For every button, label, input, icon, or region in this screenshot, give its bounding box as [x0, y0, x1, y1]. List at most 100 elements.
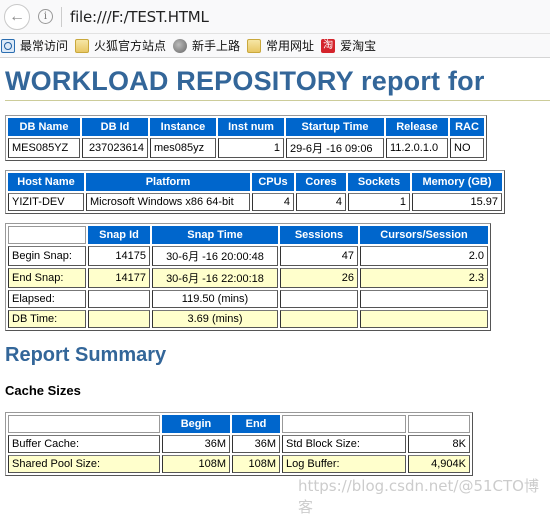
bookmark-label: 爱淘宝	[340, 39, 377, 53]
table-row: Shared Pool Size: 108M 108M Log Buffer: …	[8, 455, 470, 473]
col-platform: Platform	[86, 173, 250, 191]
cell-cursors-session: 2.3	[360, 268, 488, 288]
bookmark-most-visited[interactable]: 最常访问	[1, 37, 68, 54]
cell-db-id: 237023614	[82, 138, 148, 158]
cell-value-2: 8K	[408, 435, 470, 453]
col-release: Release	[386, 118, 448, 136]
globe-icon	[173, 38, 188, 53]
col-instance: Instance	[150, 118, 216, 136]
browser-toolbar: ← i file:///F:/TEST.HTML	[0, 0, 550, 34]
table-row: DB Time: 3.69 (mins)	[8, 310, 488, 328]
bookmark-label: 新手上路	[192, 39, 241, 53]
cell-cursors-session	[360, 290, 488, 308]
col-value-2	[408, 415, 470, 433]
col-label	[8, 415, 160, 433]
table-row: End Snap: 14177 30-6月 -16 22:00:18 26 2.…	[8, 268, 488, 288]
bookmark-getting-started[interactable]: 新手上路	[173, 37, 240, 54]
bookmark-taobao[interactable]: 淘 爱淘宝	[321, 37, 376, 54]
cell-sessions: 47	[280, 246, 358, 266]
cell-sessions	[280, 310, 358, 328]
cell-label: Shared Pool Size:	[8, 455, 160, 473]
cell-snap-time: 119.50 (mins)	[152, 290, 278, 308]
cell-label-2: Std Block Size:	[282, 435, 406, 453]
table-header-row: DB Name DB Id Instance Inst num Startup …	[8, 118, 484, 136]
cell-rac: NO	[450, 138, 484, 158]
bookmark-firefox-site[interactable]: 火狐官方站点	[75, 37, 166, 54]
cell-label: DB Time:	[8, 310, 86, 328]
cache-sizes-heading: Cache Sizes	[5, 383, 81, 398]
db-info-table: DB Name DB Id Instance Inst num Startup …	[5, 115, 487, 161]
cell-snap-id: 14177	[88, 268, 150, 288]
snapshot-table: Snap Id Snap Time Sessions Cursors/Sessi…	[5, 223, 491, 331]
table-row: Buffer Cache: 36M 36M Std Block Size: 8K	[8, 435, 470, 453]
table-header-row: Begin End	[8, 415, 470, 433]
cell-platform: Microsoft Windows x86 64-bit	[86, 193, 250, 211]
cell-sockets: 1	[348, 193, 410, 211]
cache-sizes-table: Begin End Buffer Cache: 36M 36M Std Bloc…	[5, 412, 473, 476]
cell-host-name: YIZIT-DEV	[8, 193, 84, 211]
bookmark-label: 最常访问	[20, 39, 69, 53]
cell-snap-id	[88, 290, 150, 308]
col-label	[8, 226, 86, 244]
col-inst-num: Inst num	[218, 118, 284, 136]
cell-label: Begin Snap:	[8, 246, 86, 266]
watermark: https://blog.csdn.net/@51CTO博客	[298, 477, 539, 516]
back-button[interactable]: ←	[4, 3, 30, 30]
cell-begin: 36M	[162, 435, 230, 453]
col-db-id: DB Id	[82, 118, 148, 136]
col-cursors-session: Cursors/Session	[360, 226, 488, 244]
col-sessions: Sessions	[280, 226, 358, 244]
cell-db-name: MES085YZ	[8, 138, 80, 158]
col-db-name: DB Name	[8, 118, 80, 136]
cell-end: 36M	[232, 435, 280, 453]
table-header-row: Host Name Platform CPUs Cores Sockets Me…	[8, 173, 502, 191]
col-startup-time: Startup Time	[286, 118, 384, 136]
cell-begin: 108M	[162, 455, 230, 473]
cell-label: End Snap:	[8, 268, 86, 288]
col-begin: Begin	[162, 415, 230, 433]
cell-instance: mes085yz	[150, 138, 216, 158]
cell-cores: 4	[296, 193, 346, 211]
cell-label: Elapsed:	[8, 290, 86, 308]
table-row: MES085YZ 237023614 mes085yz 1 29-6月 -16 …	[8, 138, 484, 158]
cell-sessions	[280, 290, 358, 308]
col-host-name: Host Name	[8, 173, 84, 191]
bookmark-common-sites[interactable]: 常用网址	[247, 37, 314, 54]
bookmark-label: 火狐官方站点	[94, 39, 167, 53]
table-header-row: Snap Id Snap Time Sessions Cursors/Sessi…	[8, 226, 488, 244]
cell-cpus: 4	[252, 193, 294, 211]
col-memory: Memory (GB)	[412, 173, 502, 191]
info-icon[interactable]: i	[38, 9, 53, 24]
folder-icon	[247, 38, 262, 53]
cell-snap-id	[88, 310, 150, 328]
report-content: WORKLOAD REPOSITORY report for DB Name D…	[0, 66, 550, 476]
col-end: End	[232, 415, 280, 433]
cell-memory: 15.97	[412, 193, 502, 211]
taobao-icon: 淘	[321, 38, 336, 53]
bookmarks-toolbar: 最常访问 火狐官方站点 新手上路 常用网址 淘 爱淘宝	[0, 34, 550, 58]
cell-inst-num: 1	[218, 138, 284, 158]
cell-snap-time: 3.69 (mins)	[152, 310, 278, 328]
col-sockets: Sockets	[348, 173, 410, 191]
cell-snap-time: 30-6月 -16 20:00:48	[152, 246, 278, 266]
host-info-table: Host Name Platform CPUs Cores Sockets Me…	[5, 170, 505, 214]
address-bar[interactable]: file:///F:/TEST.HTML	[70, 8, 209, 26]
bookmark-label: 常用网址	[266, 39, 315, 53]
report-summary-heading: Report Summary	[5, 344, 167, 366]
cell-label: Buffer Cache:	[8, 435, 160, 453]
table-row: Begin Snap: 14175 30-6月 -16 20:00:48 47 …	[8, 246, 488, 266]
cell-end: 108M	[232, 455, 280, 473]
cell-startup-time: 29-6月 -16 09:06	[286, 138, 384, 158]
search-icon	[1, 38, 15, 53]
col-rac: RAC	[450, 118, 484, 136]
url-separator	[61, 6, 62, 27]
folder-icon	[75, 38, 90, 53]
col-cores: Cores	[296, 173, 346, 191]
table-row: YIZIT-DEV Microsoft Windows x86 64-bit 4…	[8, 193, 502, 211]
cell-cursors-session: 2.0	[360, 246, 488, 266]
col-snap-id: Snap Id	[88, 226, 150, 244]
cell-release: 11.2.0.1.0	[386, 138, 448, 158]
cell-cursors-session	[360, 310, 488, 328]
cell-value-2: 4,904K	[408, 455, 470, 473]
cell-snap-time: 30-6月 -16 22:00:18	[152, 268, 278, 288]
